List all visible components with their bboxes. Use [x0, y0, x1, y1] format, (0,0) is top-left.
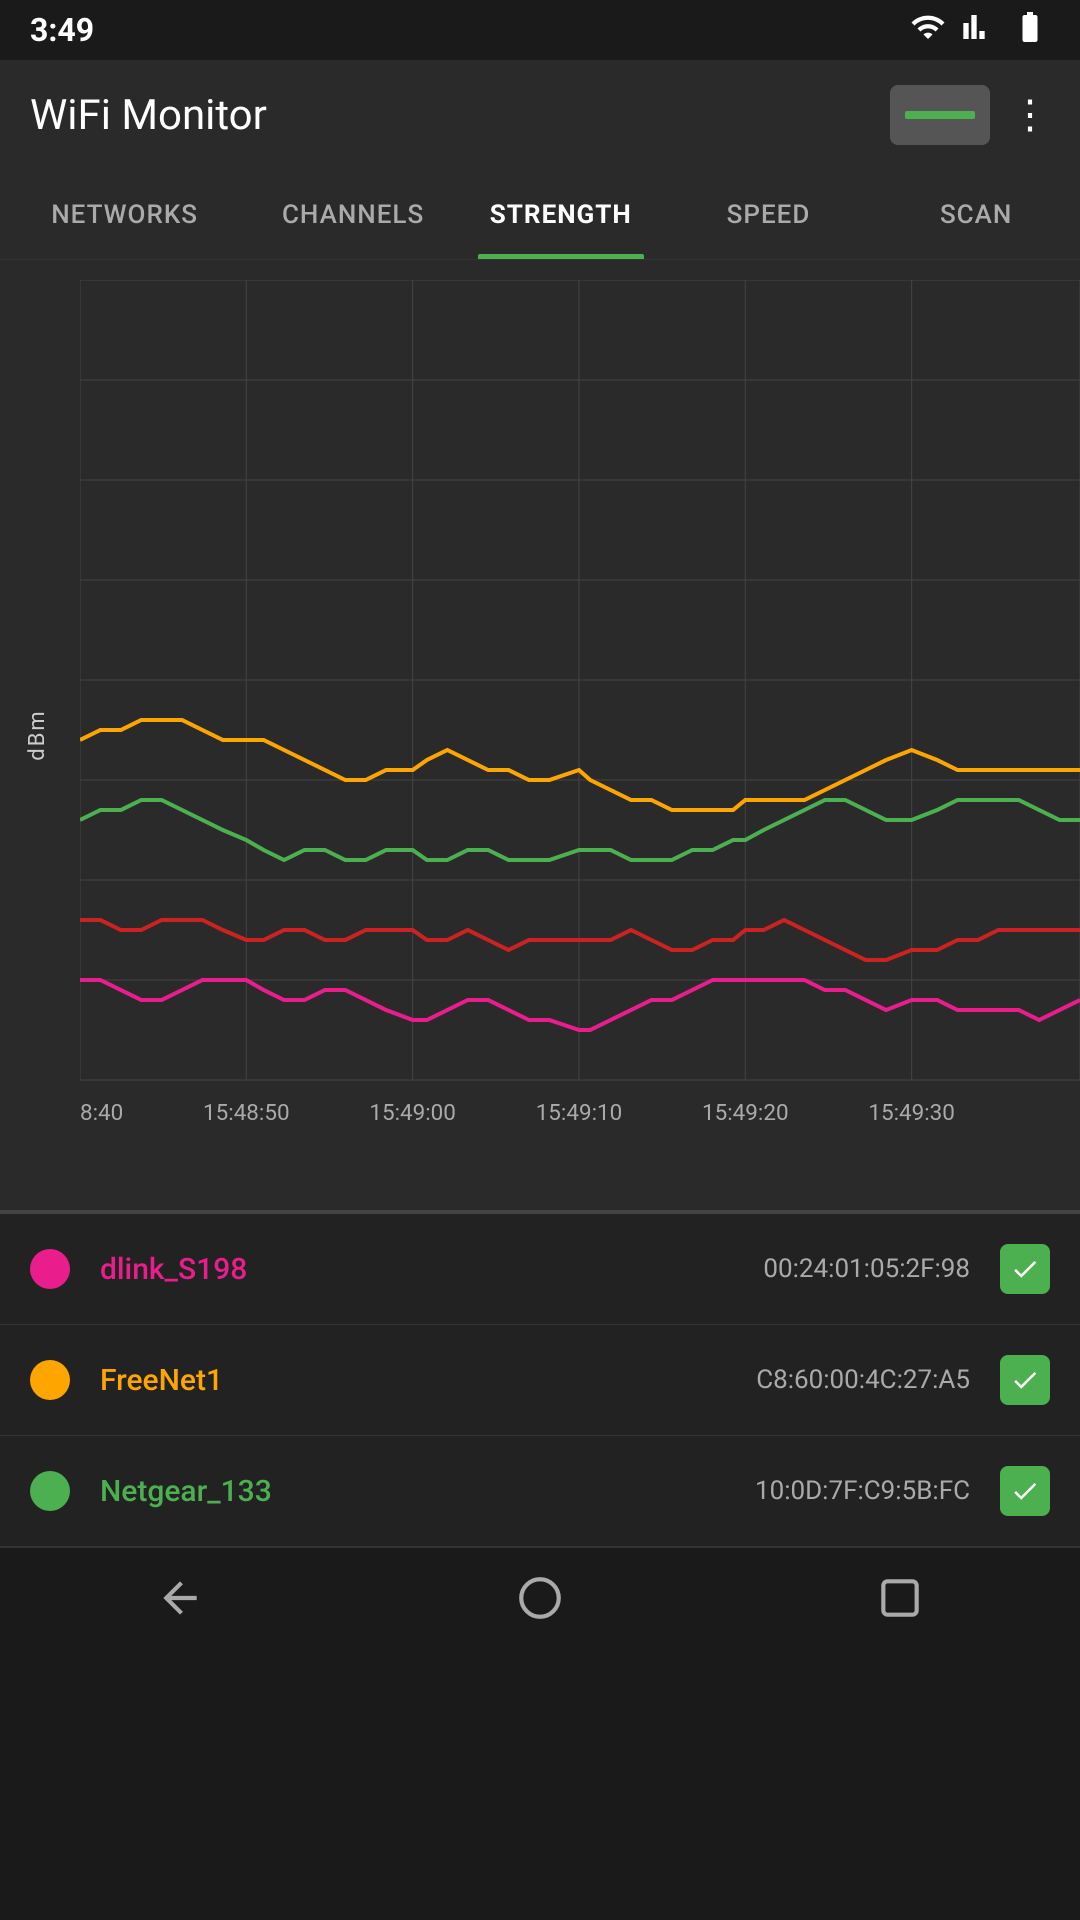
- recents-icon: [875, 1573, 925, 1623]
- list-item: FreeNet1 C8:60:00:4C:27:A5: [0, 1325, 1080, 1436]
- freenet1-line: [80, 720, 1080, 810]
- network-mac: 10:0D:7F:C9:5B:FC: [755, 1476, 970, 1506]
- app-bar: WiFi Monitor ⋮: [0, 60, 1080, 170]
- tab-strength[interactable]: STRENGTH: [457, 170, 665, 259]
- strength-chart: dBm -20 -30 -40 -50 -60 -70 -80: [0, 260, 1080, 1210]
- network-name: Netgear_133: [100, 1474, 755, 1509]
- dlink-line-pink: [80, 980, 1080, 1030]
- tab-speed[interactable]: SPEED: [665, 170, 873, 259]
- recents-button[interactable]: [875, 1573, 925, 1623]
- chart-y-axis-label: dBm: [25, 709, 50, 760]
- list-item: Netgear_133 10:0D:7F:C9:5B:FC: [0, 1436, 1080, 1547]
- bottom-navigation: [0, 1547, 1080, 1647]
- network-name: FreeNet1: [100, 1363, 756, 1398]
- app-bar-actions: ⋮: [890, 85, 1050, 145]
- toolbar-button[interactable]: [890, 85, 990, 145]
- network-color-dot: [30, 1471, 70, 1511]
- status-time: 3:49: [30, 11, 94, 49]
- battery-icon: [1010, 9, 1050, 52]
- list-item: dlink_S198 00:24:01:05:2F:98: [0, 1214, 1080, 1325]
- dlink-line-red: [80, 920, 1080, 960]
- home-icon: [515, 1573, 565, 1623]
- network-color-dot: [30, 1360, 70, 1400]
- chart-inner: -20 -30 -40 -50 -60 -70 -80 -90 -100: [80, 280, 1080, 1150]
- check-icon: [1010, 1476, 1040, 1506]
- tab-channels[interactable]: CHANNELS: [249, 170, 457, 259]
- home-button[interactable]: [515, 1573, 565, 1623]
- network-name: dlink_S198: [100, 1252, 763, 1287]
- svg-text:15:48:40: 15:48:40: [80, 1100, 123, 1126]
- app-title: WiFi Monitor: [30, 91, 267, 140]
- tabs-container: NETWORKS CHANNELS STRENGTH SPEED SCAN: [0, 170, 1080, 260]
- back-icon: [155, 1573, 205, 1623]
- back-button[interactable]: [155, 1573, 205, 1623]
- svg-text:15:49:00: 15:49:00: [369, 1100, 456, 1126]
- svg-text:15:49:30: 15:49:30: [868, 1100, 955, 1126]
- status-bar: 3:49: [0, 0, 1080, 60]
- check-icon: [1010, 1365, 1040, 1395]
- svg-text:15:49:20: 15:49:20: [702, 1100, 789, 1126]
- wifi-icon: [910, 9, 946, 52]
- network-color-dot: [30, 1249, 70, 1289]
- status-icons: [910, 9, 1050, 52]
- network-mac: 00:24:01:05:2F:98: [763, 1254, 970, 1284]
- netgear133-line: [80, 800, 1080, 860]
- more-options-button[interactable]: ⋮: [1010, 95, 1050, 135]
- tab-networks[interactable]: NETWORKS: [0, 170, 249, 259]
- toolbar-green-bar: [905, 111, 975, 119]
- svg-text:15:48:50: 15:48:50: [203, 1100, 290, 1126]
- network-checkbox[interactable]: [1000, 1355, 1050, 1405]
- signal-icon: [962, 9, 994, 52]
- network-checkbox[interactable]: [1000, 1466, 1050, 1516]
- network-mac: C8:60:00:4C:27:A5: [756, 1365, 970, 1395]
- chart-svg: -20 -30 -40 -50 -60 -70 -80 -90 -100: [80, 280, 1080, 1150]
- network-checkbox[interactable]: [1000, 1244, 1050, 1294]
- check-icon: [1010, 1254, 1040, 1284]
- tab-scan[interactable]: SCAN: [872, 170, 1080, 259]
- network-list: dlink_S198 00:24:01:05:2F:98 FreeNet1 C8…: [0, 1214, 1080, 1547]
- svg-text:15:49:10: 15:49:10: [536, 1100, 623, 1126]
